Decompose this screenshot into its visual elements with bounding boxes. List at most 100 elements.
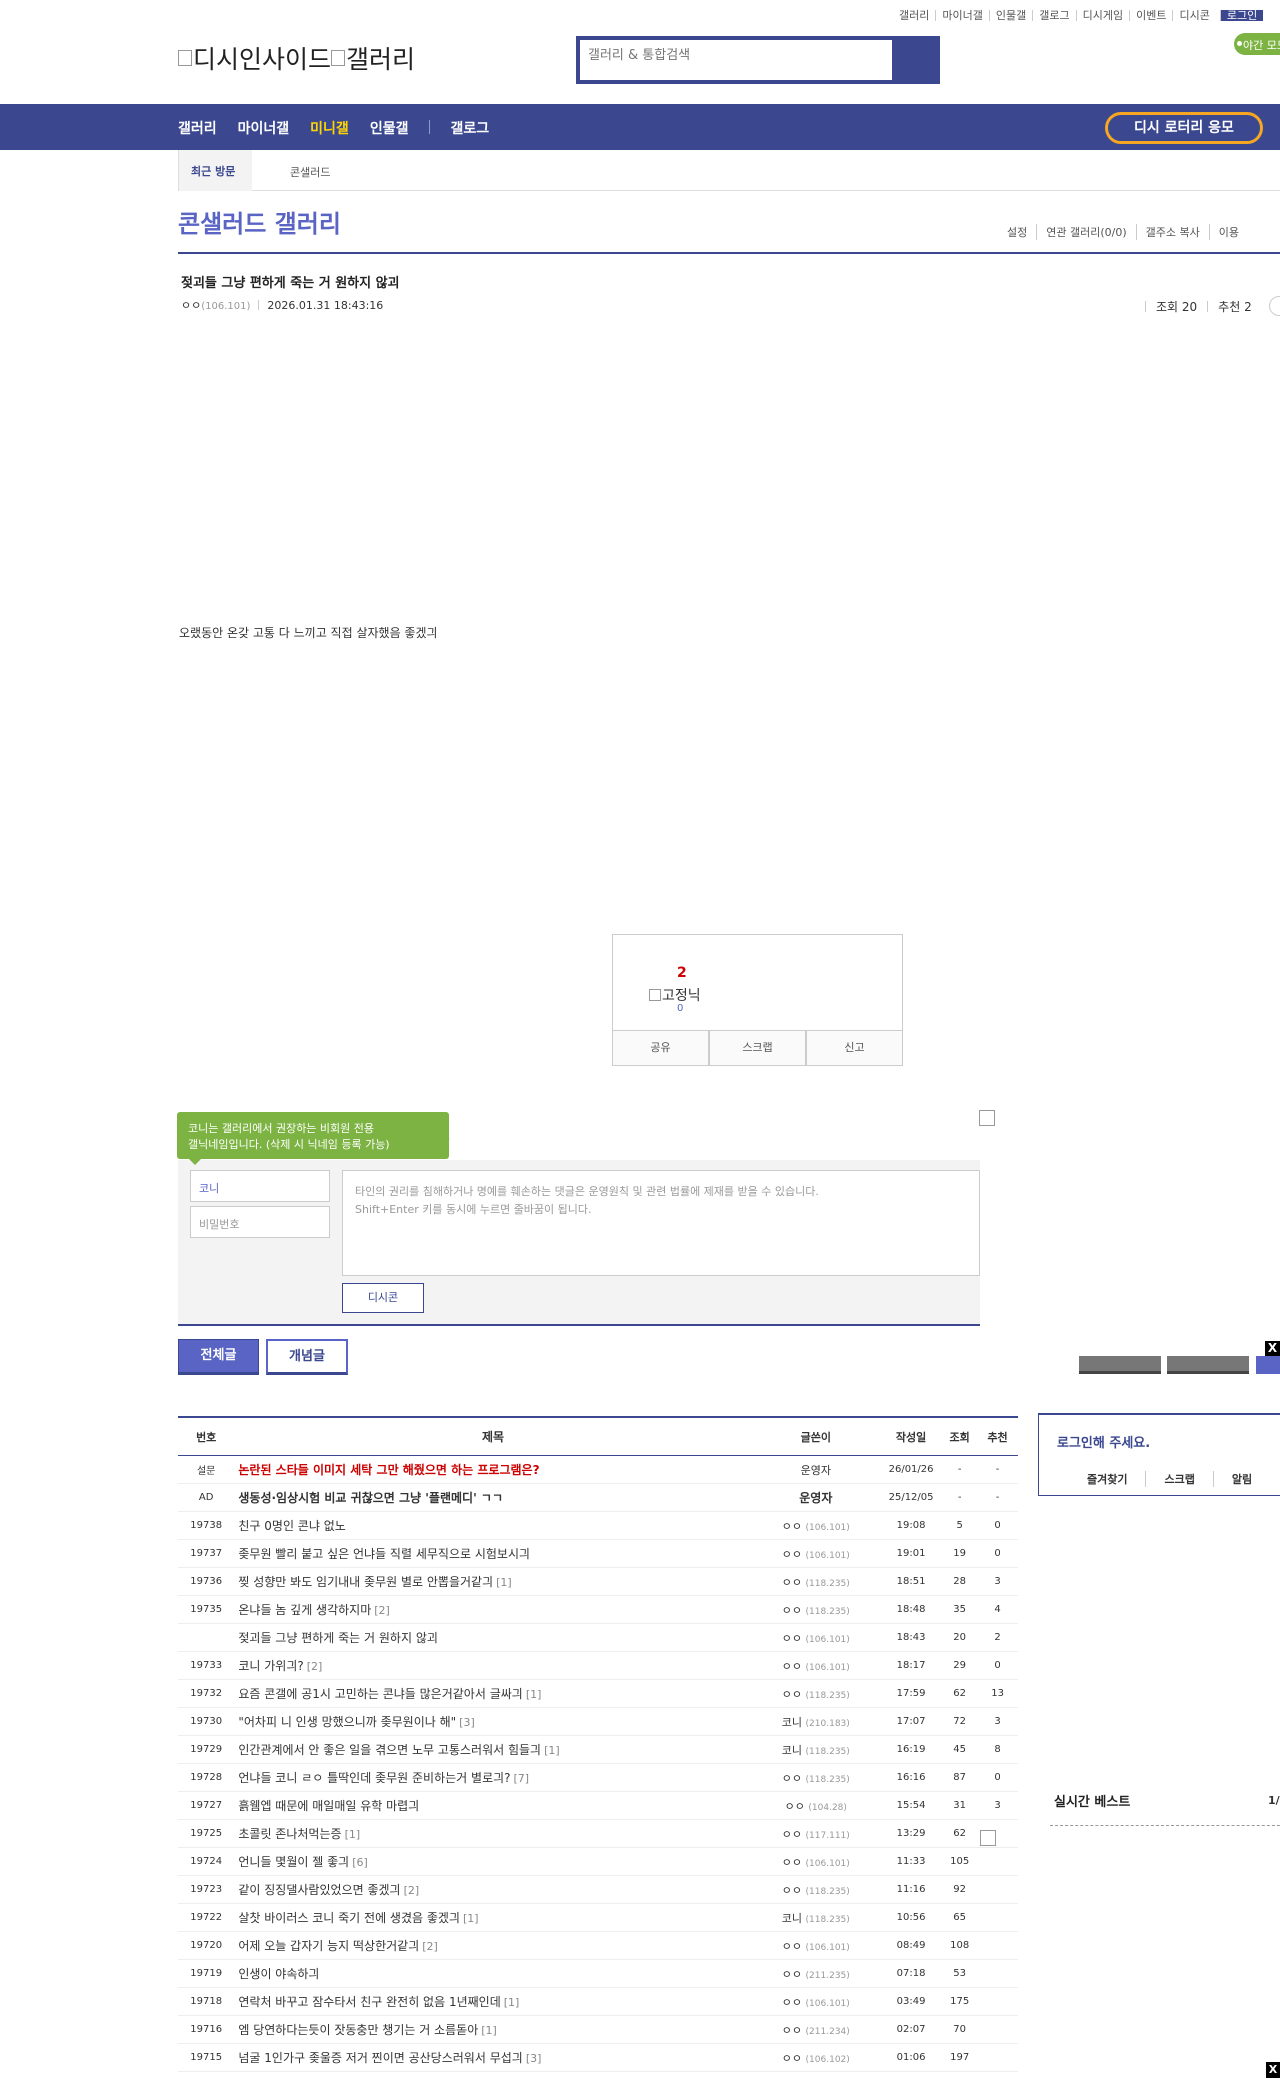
site-logo[interactable]: 디시인사이드 갤러리 [178, 40, 415, 76]
post-writer-cell[interactable]: ㅇㅇ (117.111) [752, 1826, 880, 1842]
post-title-link[interactable]: 요즘 콘갤에 공1시 고민하는 콘냐들 많은거같아서 글싸긔 [1] [234, 1685, 751, 1702]
post-writer-cell[interactable]: ㅇㅇ (118.235) [752, 1686, 880, 1702]
post-writer-cell[interactable]: 코니 (118.235) [752, 1910, 880, 1926]
writer-name[interactable]: ㅇㅇ [782, 1940, 802, 1953]
post-title-link[interactable]: 엠 당연하다는듯이 잣동충만 챙기는 거 소름돋아 [1] [234, 2021, 751, 2038]
writer-name[interactable]: ㅇㅇ [782, 1884, 802, 1897]
post-writer-cell[interactable]: ㅇㅇ (118.235) [752, 1574, 880, 1590]
reply-count[interactable]: [2] [307, 1660, 323, 1673]
post-writer-cell[interactable]: ㅇㅇ (106.101) [752, 1630, 880, 1646]
table-row[interactable]: 설문 논란된 스타들 이미지 세탁 그만 해줬으면 하는 프로그램은? 운영자 26… [178, 1456, 1018, 1484]
post-title-text[interactable]: 넘굴 1인가구 좆울증 저거 찐이면 공산당스러워서 무섭긔 [238, 2051, 522, 2065]
post-title-link[interactable]: 온냐들 놈 깊게 생각하지마 [2] [234, 1601, 751, 1618]
writer-name[interactable]: ㅇㅇ [782, 2052, 802, 2065]
fixed-nick-recommend[interactable]: 고정닉 [649, 985, 701, 1005]
post-writer-cell[interactable]: ㅇㅇ (211.235) [752, 1966, 880, 1982]
writer-name[interactable]: ㅇㅇ [782, 2024, 802, 2037]
close-icon[interactable]: X [1266, 2062, 1280, 2078]
write-button[interactable] [1256, 1356, 1280, 1374]
post-title-link[interactable]: 코니 가위긔? [2] [234, 1657, 751, 1674]
post-title-text[interactable]: 엠 당연하다는듯이 잣동충만 챙기는 거 소름돋아 [238, 2023, 478, 2037]
post-title-link[interactable]: 좆무원 빨리 붙고 싶은 언냐들 직렬 세무직으로 시험보시긔 [234, 1545, 751, 1562]
search-input[interactable] [588, 48, 888, 63]
reply-count[interactable]: [6] [352, 1856, 368, 1869]
table-row[interactable]: 19735 온냐들 놈 깊게 생각하지마 [2] ㅇㅇ (118.235) 18:48 3… [178, 1596, 1018, 1624]
writer-name[interactable]: ㅇㅇ [782, 1968, 802, 1981]
table-row[interactable]: 19729 인간관계에서 안 좋은 일을 겪으면 노무 고통스러워서 힘들긔 [1]… [178, 1736, 1018, 1764]
util-link-gallery[interactable]: 갤러리 [893, 10, 935, 21]
post-writer-cell[interactable]: ㅇㅇ (118.235) [752, 1602, 880, 1618]
table-row[interactable]: 젖괴들 그냥 편하게 죽는 거 원하지 않괴 ㅇㅇ (106.101) 18:43 2… [178, 1624, 1018, 1652]
post-title-text[interactable]: 친구 0명인 콘냐 없노 [238, 1519, 345, 1533]
table-row[interactable]: 19738 친구 0명인 콘냐 없노 ㅇㅇ (106.101) 19:08 5 0 [178, 1512, 1018, 1540]
post-title-link[interactable]: 흙웸엡 때문에 매일매일 유학 마렵긔 [234, 1797, 751, 1814]
table-row[interactable]: 19719 인생이 야속하긔 ㅇㅇ (211.235) 07:18 53 [178, 1960, 1018, 1988]
util-link-person[interactable]: 인물갤 [988, 10, 1032, 21]
post-title-text[interactable]: 젖괴들 그냥 편하게 죽는 거 원하지 않괴 [238, 1631, 438, 1645]
scrap-button[interactable]: 스크랩 [709, 1031, 806, 1066]
comment-count-circle[interactable] [1269, 296, 1280, 316]
util-link-game[interactable]: 디시게임 [1075, 10, 1129, 21]
table-row[interactable]: AD 생동성·임상시험 비교 귀찮으면 그냥 '플랜메디' ㄱㄱ 운영자 25/12… [178, 1484, 1018, 1512]
post-writer-cell[interactable]: ㅇㅇ (104.28) [752, 1798, 880, 1814]
related-gallery-link[interactable]: 연관 갤러리(0/0) [1036, 224, 1135, 240]
post-writer-cell[interactable]: ㅇㅇ (118.235) [752, 1770, 880, 1786]
post-writer-cell[interactable]: ㅇㅇ (106.101) [752, 1994, 880, 2010]
share-button[interactable]: 공유 [612, 1031, 709, 1066]
tab-all-posts[interactable]: 전체글 [178, 1339, 259, 1375]
writer-name[interactable]: 코니 [782, 1716, 802, 1729]
post-title-link[interactable]: 살찻 바이러스 코니 죽기 전에 생겼음 좋겠긔 [1] [234, 1909, 751, 1926]
table-row[interactable]: 19722 살찻 바이러스 코니 죽기 전에 생겼음 좋겠긔 [1] 코니 (118.… [178, 1904, 1018, 1932]
tab-best-posts[interactable]: 개념글 [266, 1339, 348, 1375]
reply-count[interactable]: [1] [481, 2024, 497, 2037]
dccon-button[interactable]: 디시콘 [342, 1283, 424, 1313]
post-writer-cell[interactable]: ㅇㅇ (106.101) [752, 1938, 880, 1954]
writer-name[interactable]: ㅇㅇ [782, 1996, 802, 2009]
table-row[interactable]: 19720 어제 오늘 갑자기 능지 떡상한거같긔 [2] ㅇㅇ (106.101) 0… [178, 1932, 1018, 1960]
writer-name[interactable]: 운영자 [799, 1491, 832, 1505]
post-title-text[interactable]: 같이 징징댈사람있었으면 좋겠긔 [238, 1883, 400, 1897]
post-title-text[interactable]: 찢 성향만 봐도 임기내내 좆무원 별로 안뽑을거같긔 [238, 1575, 493, 1589]
nav-item-minor[interactable]: 마이너갤 [238, 118, 290, 138]
writer-name[interactable]: ㅇㅇ [782, 1660, 802, 1673]
password-field[interactable]: 비밀번호 [190, 1206, 330, 1238]
reply-count[interactable]: [3] [526, 2052, 542, 2065]
reply-count[interactable]: [1] [544, 1744, 560, 1757]
post-title-link[interactable]: 인생이 야속하긔 [234, 1965, 751, 1982]
post-title-text[interactable]: 논란된 스타들 이미지 세탁 그만 해줬으면 하는 프로그램은? [238, 1463, 539, 1477]
post-title-link[interactable]: 젖괴들 그냥 편하게 죽는 거 원하지 않괴 [234, 1629, 751, 1646]
post-writer-cell[interactable]: ㅇㅇ (106.101) [752, 1546, 880, 1562]
post-writer-cell[interactable]: ㅇㅇ (106.101) [752, 1518, 880, 1534]
lottery-button[interactable]: 디시 로터리 응모 [1105, 112, 1263, 144]
util-link-dccon[interactable]: 디시콘 [1172, 10, 1215, 21]
close-icon[interactable]: X [1265, 1341, 1280, 1356]
nav-item-mini[interactable]: 미니갤 [310, 118, 349, 138]
login-button[interactable]: 로그인 [1219, 10, 1264, 21]
reply-count[interactable]: [1] [496, 1576, 512, 1589]
post-writer-cell[interactable]: ㅇㅇ (106.101) [752, 1658, 880, 1674]
post-title-text[interactable]: 인간관계에서 안 좋은 일을 겪으면 노무 고통스러워서 힘들긔 [238, 1743, 541, 1757]
post-title-link[interactable]: 인간관계에서 안 좋은 일을 겪으면 노무 고통스러워서 힘들긔 [1] [234, 1741, 751, 1758]
writer-name[interactable]: 코니 [782, 1912, 802, 1925]
post-writer-cell[interactable]: ㅇㅇ (211.234) [752, 2022, 880, 2038]
post-title-text[interactable]: 언냐들 코니 ㄹㅇ 틀딱인데 좆무원 준비하는거 별로긔? [238, 1771, 510, 1785]
reply-count[interactable]: [3] [459, 1716, 475, 1729]
post-title-link[interactable]: 연락처 바꾸고 잠수타서 친구 완전히 없음 1년째인데 [1] [234, 1993, 751, 2010]
sidebar-scrap-button[interactable]: 스크랩 [1145, 1471, 1212, 1487]
post-writer-cell[interactable]: 운영자 [752, 1462, 880, 1478]
writer-name[interactable]: ㅇㅇ [782, 1856, 802, 1869]
writer-name[interactable]: ㅇㅇ [782, 1772, 802, 1785]
util-link-gallog[interactable]: 갤로그 [1032, 10, 1075, 21]
reply-count[interactable]: [1] [345, 1828, 361, 1841]
post-title-link[interactable]: 초콜릿 존나처먹는증 [1] [234, 1825, 751, 1842]
table-row[interactable]: 19724 언니들 몇월이 젤 좋긔 [6] ㅇㅇ (106.101) 11:33 105 [178, 1848, 1018, 1876]
post-title-text[interactable]: "어차피 니 인생 망했으니까 좆무원이나 해" [238, 1715, 456, 1729]
login-prompt[interactable]: 로그인해 주세요. [1057, 1432, 1150, 1451]
comment-textarea[interactable]: 타인의 권리를 침해하거나 명예를 훼손하는 댓글은 운영원칙 및 관련 법률에… [342, 1170, 980, 1276]
post-title-text[interactable]: 생동성·임상시험 비교 귀찮으면 그냥 '플랜메디' ㄱㄱ [238, 1491, 503, 1505]
writer-name[interactable]: ㅇㅇ [782, 1548, 802, 1561]
writer-name[interactable]: ㅇㅇ [782, 1576, 802, 1589]
post-writer-cell[interactable]: ㅇㅇ (106.102) [752, 2050, 880, 2066]
post-writer-cell[interactable]: ㅇㅇ (106.101) [752, 1854, 880, 1870]
post-title-text[interactable]: 온냐들 놈 깊게 생각하지마 [238, 1603, 371, 1617]
